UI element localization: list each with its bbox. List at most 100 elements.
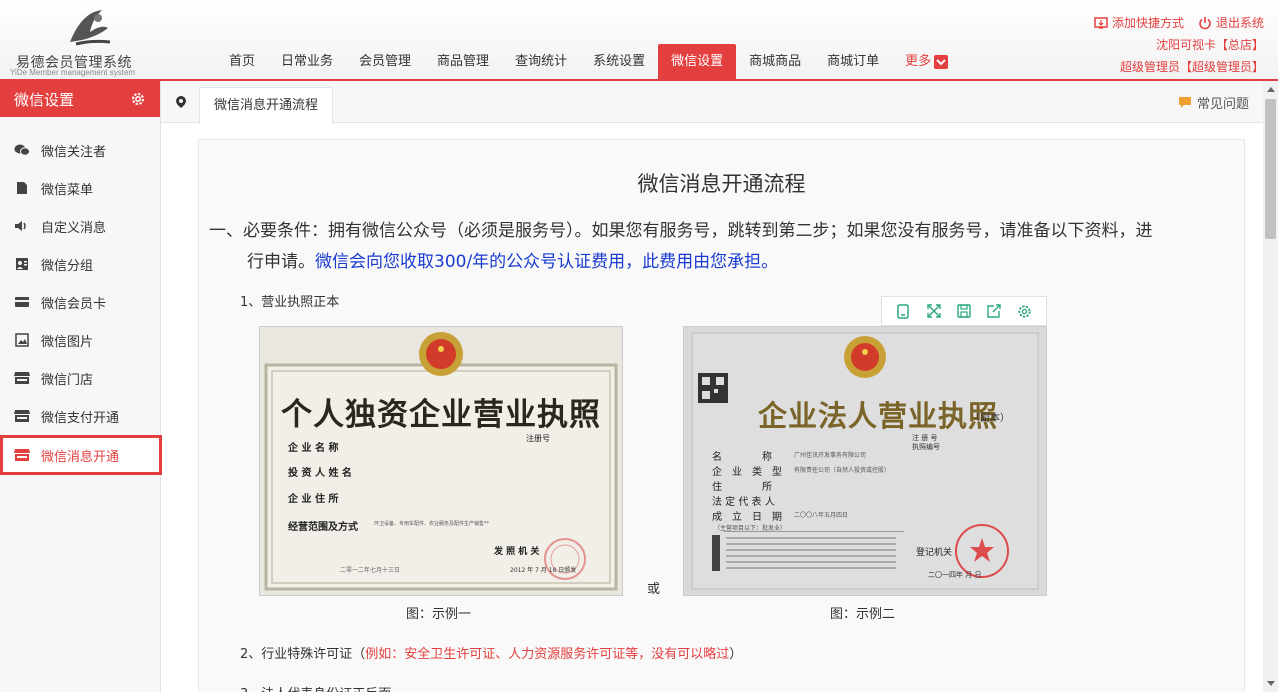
nav-mall-products[interactable]: 商城商品 <box>736 44 814 79</box>
scroll-down-arrow-icon[interactable] <box>1263 676 1278 692</box>
settings-icon[interactable] <box>1016 302 1034 320</box>
sidebar-item-custom-message[interactable]: 自定义消息 <box>0 207 160 245</box>
shortcut-icon <box>1094 17 1108 29</box>
requirement-line-1: 一、必要条件：拥有微信公众号（必须是服务号）。如果您有服务号，跳转到第二步；如果… <box>209 221 1153 241</box>
logout-link[interactable]: 退出系统 <box>1216 12 1264 34</box>
store-name[interactable]: 沈阳可视卡【总店】 <box>1156 34 1264 56</box>
license-2-title: 企业法人营业执照 <box>758 399 999 433</box>
content-panel: 微信消息开通流程 一、必要条件：拥有微信公众号（必须是服务号）。如果您有服务号，… <box>198 139 1245 692</box>
sidebar-item-wechat-pay[interactable]: 微信支付开通 <box>0 397 160 435</box>
save-icon[interactable] <box>955 302 973 320</box>
license-example-1: 个人独资企业营业执照 注册号 企 业 名 称 投 资 人 姓 名 企 业 住 所… <box>259 326 623 596</box>
contact-card-icon <box>14 256 30 272</box>
license-1-title: 个人独资企业营业执照 <box>281 397 601 433</box>
share-icon[interactable] <box>985 302 1003 320</box>
wechat-icon <box>14 142 30 158</box>
license-2-date: 二〇一四年 月 日 <box>928 571 982 579</box>
license-1-date-left: 二零一二年七月十三日 <box>340 567 401 574</box>
scrollbar-thumb[interactable] <box>1265 99 1276 239</box>
nav-product-management[interactable]: 商品管理 <box>424 44 502 79</box>
requirement-line-2: 行申请。 <box>247 252 315 272</box>
license-2-field-founded: 成 立 日 期 <box>712 512 782 523</box>
chevron-down-icon <box>934 54 949 69</box>
main-nav: 首页 日常业务 会员管理 商品管理 查询统计 系统设置 微信设置 商城商品 商城… <box>216 44 961 79</box>
sidebar-item-label: 微信图片 <box>41 334 94 350</box>
fullscreen-icon[interactable] <box>925 302 943 320</box>
nav-wechat-settings[interactable]: 微信设置 <box>658 44 737 79</box>
step-2-example: 例如：安全卫生许可证、人力资源服务许可证等，没有可以略过 <box>365 647 730 662</box>
faq-label: 常见问题 <box>1196 97 1249 112</box>
sidebar-title: 微信设置 <box>14 90 75 109</box>
caption-example-1: 图：示例一 <box>406 607 472 622</box>
sidebar-item-label: 微信会员卡 <box>41 296 107 312</box>
nav-more-label: 更多 <box>905 54 932 69</box>
fee-notice: 微信会向您收取300/年的公众号认证费用，此费用由您承担。 <box>315 252 779 272</box>
gear-icon[interactable] <box>130 91 146 107</box>
license-2-founded-date: 二〇〇八年五月四日 <box>794 512 849 519</box>
tab-bar: 微信消息开通流程 常见问题 <box>161 81 1263 124</box>
store-icon <box>14 447 30 463</box>
user-role[interactable]: 超级管理员【超级管理员】 <box>1120 56 1264 78</box>
store-icon <box>14 370 30 386</box>
license-example-2: 企业法人营业执照 （副本） 注 册 号 执照编号 名 称 广州佳讯开发事务有限公… <box>683 326 1047 596</box>
store-icon <box>14 408 30 424</box>
image-icon <box>14 332 30 348</box>
sidebar-item-wechat-store[interactable]: 微信门店 <box>0 359 160 397</box>
page-title: 微信消息开通流程 <box>637 172 806 196</box>
step-2: 2、行业特殊许可证（例如：安全卫生许可证、人力资源服务许可证等，没有可以略过） <box>240 643 742 662</box>
faq-link[interactable]: 常见问题 <box>1178 93 1249 112</box>
license-1-reg-label: 注册号 <box>526 434 550 443</box>
license-1-illustration <box>260 327 622 595</box>
sidebar-item-wechat-images[interactable]: 微信图片 <box>0 321 160 359</box>
sidebar-item-wechat-member-card[interactable]: 微信会员卡 <box>0 283 160 321</box>
license-1-date-right: 2012 年 7 月 18 日颁发 <box>510 567 577 574</box>
nav-member-management[interactable]: 会员管理 <box>346 44 424 79</box>
license-2-company-name: 广州佳讯开发事务有限公司 <box>794 452 867 459</box>
sidebar-item-label: 微信关注者 <box>41 144 107 160</box>
sidebar-item-label: 微信消息开通 <box>41 449 120 465</box>
license-2-pending: （主营项目以下：批发业） <box>714 525 787 532</box>
license-2-exec-label: 执照编号 <box>912 443 940 451</box>
requirement-paragraph: 一、必要条件：拥有微信公众号（必须是服务号）。如果您有服务号，跳转到第二步；如果… <box>209 216 1229 278</box>
sidebar-header: 微信设置 <box>0 81 160 117</box>
step-1: 1、营业执照正本 <box>240 295 340 310</box>
sidebar-item-wechat-menu[interactable]: 微信菜单 <box>0 169 160 207</box>
speaker-icon <box>14 218 30 234</box>
scroll-up-arrow-icon[interactable] <box>1263 81 1278 97</box>
add-shortcut-link[interactable]: 添加快捷方式 <box>1112 12 1184 34</box>
nav-home[interactable]: 首页 <box>216 44 268 79</box>
card-icon <box>14 294 30 310</box>
license-2-copy: （副本） <box>970 413 1010 424</box>
logo-icon <box>70 10 111 46</box>
phone-icon[interactable] <box>894 302 912 320</box>
license-1-field-address: 企 业 住 所 <box>288 494 339 505</box>
logo[interactable]: 易德会员管理系统 YiDe Member management system <box>10 4 155 78</box>
sidebar-item-label: 微信门店 <box>41 372 94 388</box>
nav-daily-business[interactable]: 日常业务 <box>268 44 346 79</box>
sidebar-item-wechat-followers[interactable]: 微信关注者 <box>0 131 160 169</box>
top-header: 易德会员管理系统 YiDe Member management system 首… <box>0 0 1278 81</box>
or-text: 或 <box>647 582 661 597</box>
nav-more[interactable]: 更多 <box>892 44 961 79</box>
location-pin-icon <box>176 96 186 108</box>
license-2-field-legal: 法 定 代 表 人 <box>712 497 775 508</box>
sidebar-item-label: 微信分组 <box>41 258 94 274</box>
license-2-field-address: 住 所 <box>712 482 772 493</box>
license-1-scope-text: 环卫设备、专用车配件、农业服务及配件生产销售** <box>374 521 490 527</box>
sidebar-item-wechat-message[interactable]: 微信消息开通 <box>0 435 162 475</box>
vertical-scrollbar[interactable] <box>1263 81 1278 692</box>
sidebar-item-wechat-group[interactable]: 微信分组 <box>0 245 160 283</box>
header-user-panel: 添加快捷方式 退出系统 沈阳可视卡【总店】 超级管理员【超级管理员】 <box>1094 12 1264 78</box>
nav-mall-orders[interactable]: 商城订单 <box>814 44 892 79</box>
nav-system-settings[interactable]: 系统设置 <box>580 44 658 79</box>
license-2-issuer: 登记机关 <box>916 548 953 558</box>
nav-query-stats[interactable]: 查询统计 <box>502 44 580 79</box>
sidebar-item-label: 微信菜单 <box>41 182 94 198</box>
caption-example-2: 图：示例二 <box>830 607 896 622</box>
sidebar-menu: 微信关注者 微信菜单 自定义消息 微信分组 微信会员卡 微信图片 微信门店 微信… <box>0 131 162 475</box>
step-3: 3、法人代表身份证正反面 <box>240 683 391 692</box>
step-2-close: ） <box>729 647 743 662</box>
license-1-field-scope: 经营范围及方式 <box>288 522 358 533</box>
license-2-company-type: 有限责任公司（自然人投资或控股） <box>794 467 891 474</box>
tab-wechat-message-flow[interactable]: 微信消息开通流程 <box>199 87 334 124</box>
